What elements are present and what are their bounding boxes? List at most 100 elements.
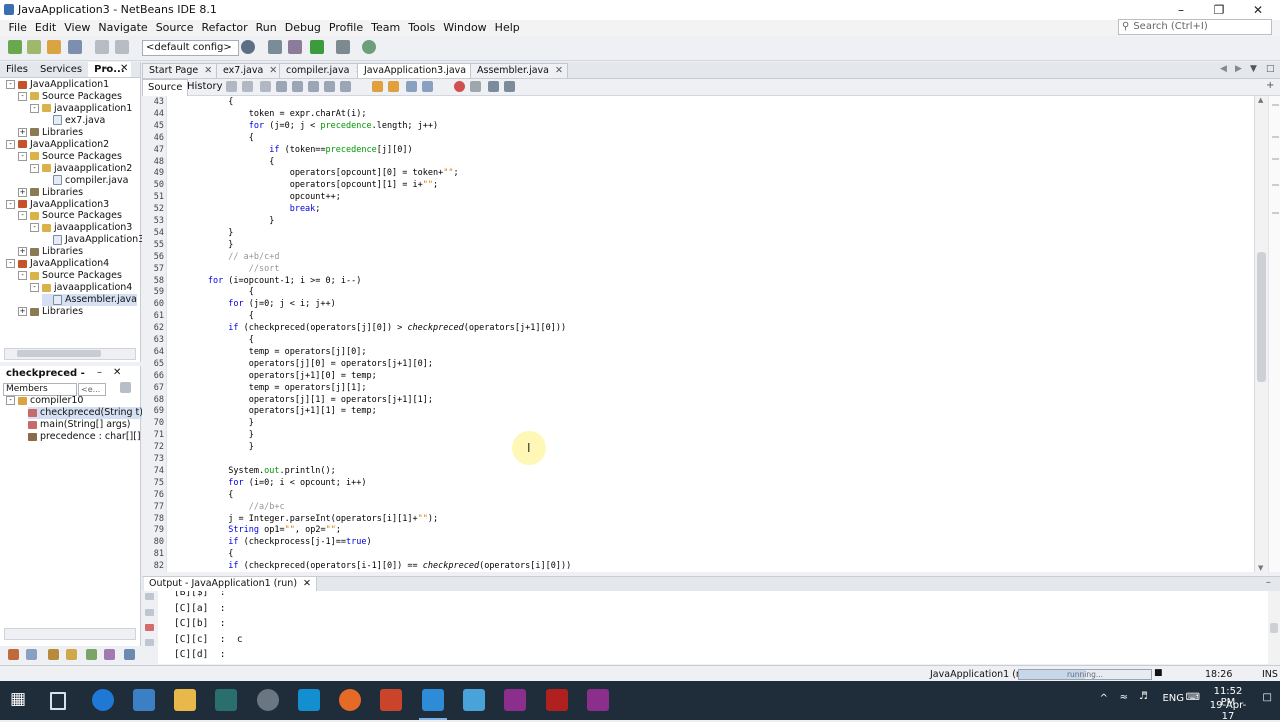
expand-icon[interactable]: +: [18, 247, 27, 257]
restore-button[interactable]: ❐: [1208, 2, 1230, 18]
close-button[interactable]: ✕: [1247, 2, 1269, 18]
filter-inner-icon[interactable]: [86, 649, 97, 660]
tab-services[interactable]: Services: [34, 62, 88, 77]
code-line[interactable]: {: [172, 157, 274, 167]
language-indicator[interactable]: ENG: [1162, 693, 1184, 704]
menu-file[interactable]: File: [5, 20, 31, 36]
last-edit-icon[interactable]: [226, 81, 237, 92]
next-bookmark-icon[interactable]: [388, 81, 399, 92]
navigator-item[interactable]: precedence : char[][]: [28, 431, 141, 443]
code-line[interactable]: // a+b/c+d: [172, 252, 279, 262]
tree-item[interactable]: - Source Packages: [18, 91, 122, 103]
stripe-marker[interactable]: [1272, 104, 1279, 106]
netbeans-taskbar-icon[interactable]: [422, 689, 444, 711]
collapse-icon[interactable]: -: [6, 396, 15, 405]
app-icon-3[interactable]: [504, 689, 526, 711]
powerpoint-icon[interactable]: [380, 689, 402, 711]
undo-icon[interactable]: [95, 40, 109, 54]
menu-view[interactable]: View: [60, 20, 94, 36]
close-tab-icon[interactable]: ✕: [269, 65, 277, 76]
stripe-marker[interactable]: [1272, 212, 1279, 214]
find-previous-icon[interactable]: [276, 81, 287, 92]
notifications-icon[interactable]: □: [1263, 692, 1272, 703]
filter-nonpublic-icon[interactable]: [66, 649, 77, 660]
code-line[interactable]: }: [172, 442, 254, 452]
stop-icon[interactable]: [145, 624, 154, 631]
tab-scroll-left-icon[interactable]: ◀: [1220, 64, 1227, 74]
filter-static-icon[interactable]: [26, 649, 37, 660]
code-line[interactable]: operators[opcount][1] = i+"";: [172, 180, 438, 190]
search-input[interactable]: ⚲ Search (Ctrl+I): [1118, 19, 1272, 35]
tab-scroll-right-icon[interactable]: ▶: [1235, 64, 1242, 74]
shift-left-icon[interactable]: [406, 81, 417, 92]
close-panel-icon[interactable]: ✕: [120, 63, 128, 74]
tree-item[interactable]: - JavaApplication1: [6, 79, 109, 91]
scroll-up-icon[interactable]: ▲: [1258, 96, 1263, 104]
code-line[interactable]: if (checkpreced(operators[i-1][0]) == ch…: [172, 561, 571, 571]
code-line[interactable]: token = expr.charAt(i);: [172, 109, 367, 119]
minimize-button[interactable]: –: [1170, 2, 1192, 18]
tray-chevron-icon[interactable]: ^: [1100, 693, 1108, 704]
menu-navigate[interactable]: Navigate: [94, 20, 151, 36]
tree-item[interactable]: JavaApplication3.j: [42, 234, 150, 246]
code-line[interactable]: operators[j+1][1] = temp;: [172, 406, 377, 416]
cancel-process-icon[interactable]: ■: [1154, 668, 1163, 678]
config-select[interactable]: <default config>: [142, 40, 239, 56]
code-line[interactable]: operators[j][1] = operators[j+1][1];: [172, 395, 433, 405]
tree-item[interactable]: + Libraries: [18, 246, 83, 258]
collapse-icon[interactable]: -: [18, 211, 27, 221]
minimize-output-icon[interactable]: –: [1266, 577, 1271, 588]
profile-icon[interactable]: [362, 40, 376, 54]
stripe-marker[interactable]: [1272, 136, 1279, 138]
close-navigator-icon[interactable]: ✕: [113, 367, 121, 378]
editor-tab-assembler[interactable]: Assembler.java ✕: [470, 63, 568, 78]
toggle-bookmark-icon[interactable]: [340, 81, 351, 92]
close-output-icon[interactable]: ✕: [303, 578, 311, 589]
editor-tab-compiler[interactable]: compiler.java✕: [279, 63, 369, 78]
keyboard-icon[interactable]: ⌨: [1186, 692, 1200, 703]
tree-item[interactable]: ex7.java: [42, 115, 105, 127]
save-all-icon[interactable]: [68, 40, 82, 54]
uncomment-icon[interactable]: [504, 81, 515, 92]
wrap-icon[interactable]: [145, 639, 154, 646]
menu-source[interactable]: Source: [152, 20, 198, 36]
filter-inherited-icon[interactable]: [48, 649, 59, 660]
shift-right-icon[interactable]: [422, 81, 433, 92]
tab-list-icon[interactable]: ▼: [1250, 64, 1257, 74]
tree-hscrollbar[interactable]: [4, 348, 136, 360]
app-icon-1[interactable]: [215, 689, 237, 711]
app-icon-2[interactable]: [463, 689, 485, 711]
code-line[interactable]: break;: [172, 204, 321, 214]
scroll-down-icon[interactable]: ▼: [1258, 564, 1263, 572]
code-line[interactable]: }: [172, 216, 274, 226]
code-line[interactable]: operators[j+1][0] = temp;: [172, 371, 377, 381]
editor-vscroll-thumb[interactable]: [1257, 252, 1266, 382]
task-view-icon[interactable]: [50, 692, 66, 710]
tree-item[interactable]: - JavaApplication4: [6, 258, 109, 270]
tree-item[interactable]: + Libraries: [18, 306, 83, 318]
collapse-icon[interactable]: -: [30, 163, 39, 173]
menu-run[interactable]: Run: [252, 20, 281, 36]
code-line[interactable]: {: [172, 490, 233, 500]
close-tab-icon[interactable]: ✕: [555, 65, 563, 76]
tree-item[interactable]: - JavaApplication3: [6, 199, 109, 211]
tree-item[interactable]: + Libraries: [18, 187, 83, 199]
globe-icon[interactable]: [241, 40, 255, 54]
editor-tab-ex7[interactable]: ex7.java ✕: [216, 63, 283, 78]
code-line[interactable]: }: [172, 418, 254, 428]
collapse-icon[interactable]: -: [18, 271, 27, 281]
menu-refactor[interactable]: Refactor: [197, 20, 251, 36]
collapse-icon[interactable]: -: [6, 199, 15, 209]
history-mode-button[interactable]: History: [182, 79, 228, 95]
code-line[interactable]: for (j=0; j < i; j++): [172, 299, 335, 309]
code-line[interactable]: opcount++;: [172, 192, 341, 202]
output-vscroll-thumb[interactable]: [1270, 623, 1278, 633]
tree-item[interactable]: Assembler.java: [42, 294, 137, 307]
code-line[interactable]: j = Integer.parseInt(operators[i][1]+"")…: [172, 514, 438, 524]
editor-vscrollbar[interactable]: ▲ ▼: [1254, 96, 1269, 572]
add-split-icon[interactable]: +: [1266, 80, 1274, 91]
tab-files[interactable]: Files: [0, 62, 34, 77]
find-next-icon[interactable]: [292, 81, 303, 92]
code-line[interactable]: {: [172, 287, 254, 297]
skype-icon[interactable]: [298, 689, 320, 711]
